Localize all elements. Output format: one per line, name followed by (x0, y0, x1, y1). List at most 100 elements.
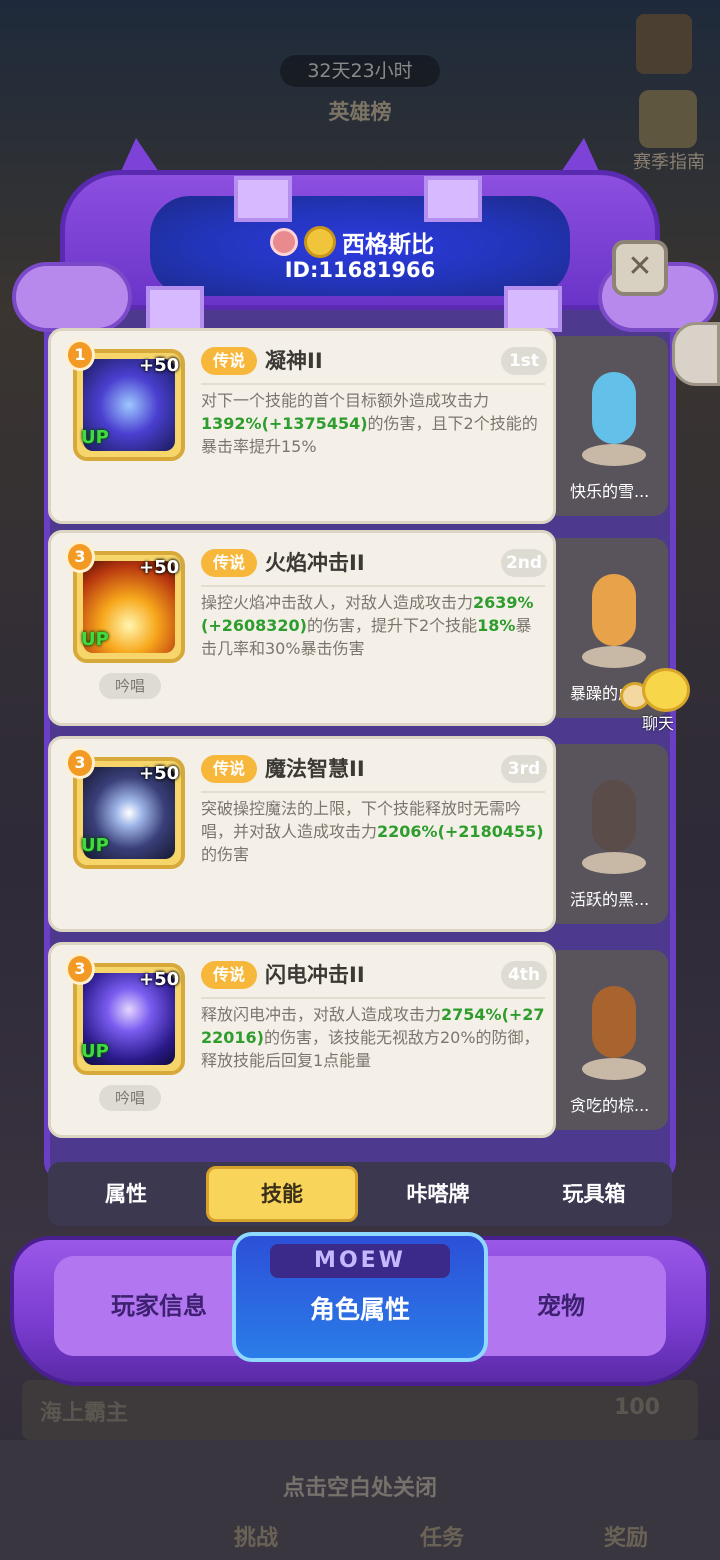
tab-kada-cards[interactable]: 咔嗒牌 (362, 1166, 514, 1222)
season-guide-button[interactable]: 赛季指南 (624, 90, 714, 180)
skill-name: 闪电冲击II (265, 963, 365, 987)
divider (201, 383, 545, 385)
chat-button[interactable]: 聊天 (620, 668, 690, 738)
skill-description: 对下一个技能的首个目标额外造成攻击力 1392%(+1375454)的伤害，且下2… (201, 389, 547, 458)
desc-text: 的伤害 (201, 845, 250, 864)
bottom-tab-challenge[interactable]: 挑战 (216, 1520, 296, 1552)
guide-icon (639, 90, 697, 148)
skill-row[interactable]: 3 +50 UP 传说 魔法智慧II 3rd 突破操控魔法的上限，下个技能释放时… (48, 736, 670, 932)
skill-description: 突破操控魔法的上限，下个技能释放时无需吟唱，并对敌人造成攻击力2206%(+21… (201, 797, 547, 866)
skill-row[interactable]: 3 +50 UP 吟唱 传说 闪电冲击II 4th 释放闪电冲击，对敌人造成攻击… (48, 942, 670, 1138)
skill-plus-badge: +50 (139, 763, 180, 784)
side-drawer-button[interactable] (672, 322, 720, 386)
skill-plus-badge: +50 (139, 355, 180, 376)
skill-plus-badge: +50 (139, 969, 180, 990)
desc-highlight: 2206%(+2180455) (377, 822, 544, 841)
skill-rank: 2nd (501, 549, 547, 577)
chat-face-icon (642, 668, 690, 712)
pet-body (592, 372, 636, 444)
cat-paw-left (12, 262, 132, 332)
pet-figure (582, 774, 646, 874)
skill-name: 火焰冲击II (265, 551, 365, 575)
chant-badge: 吟唱 (99, 673, 161, 699)
character-attributes-label: 角色属性 (309, 1295, 410, 1324)
tab-toy-box[interactable]: 玩具箱 (518, 1166, 670, 1222)
player-id: ID:11681966 (284, 258, 436, 282)
divider (201, 585, 545, 587)
player-name-row: 西格斯比 (270, 222, 510, 262)
season-timer: 32天23小时 (280, 55, 440, 87)
player-avatar (304, 226, 336, 258)
pet-figure (582, 980, 646, 1080)
pet-body (592, 986, 636, 1058)
divider (201, 997, 545, 999)
skill-up-badge: UP (81, 427, 109, 448)
pet-body (592, 780, 636, 852)
close-hint[interactable]: 点击空白处关闭 (0, 1470, 720, 1502)
bottom-nav: 玩家信息 宠物 MOEW 角色属性 (0, 1218, 720, 1408)
book-icon[interactable] (636, 14, 692, 74)
skill-description: 操控火焰冲击敌人，对敌人造成攻击力2639%(+2608320)的伤害，提升下2… (201, 591, 547, 660)
divider (201, 791, 545, 793)
skill-rank: 3rd (501, 755, 547, 783)
pet-figure (582, 366, 646, 466)
bottom-tab-rewards[interactable]: 奖励 (586, 1520, 666, 1552)
desc-highlight: 1392%(+1375454) (201, 414, 368, 433)
rarity-badge: 传说 (201, 549, 257, 577)
skill-plus-badge: +50 (139, 557, 180, 578)
pet-card[interactable]: 贪吃的棕... (556, 950, 668, 1130)
pet-name: 快乐的雪... (570, 482, 650, 501)
profile-tabs: 属性 技能 咔嗒牌 玩具箱 (48, 1162, 672, 1226)
tab-skills[interactable]: 技能 (205, 1166, 359, 1222)
tab-attributes[interactable]: 属性 (50, 1166, 202, 1222)
skill-name: 凝神II (265, 349, 323, 373)
skill-card[interactable]: 1 +50 UP 传说 凝神II 1st 对下一个技能的首个目标额外造成攻击力 1… (48, 328, 556, 524)
pixel-decoration (234, 176, 292, 222)
pet-name: 活跃的黑... (570, 890, 650, 909)
pet-name: 贪吃的棕... (570, 1096, 650, 1115)
pet-figure (582, 568, 646, 668)
skill-level-badge: 1 (65, 339, 95, 371)
pet-body (592, 574, 636, 646)
chant-badge: 吟唱 (99, 1085, 161, 1111)
skill-up-badge: UP (81, 1041, 109, 1062)
chat-label: 聊天 (641, 714, 674, 733)
skill-level-badge: 3 (65, 541, 95, 573)
pet-pedestal (582, 444, 646, 466)
desc-text: 释放闪电冲击，对敌人造成攻击力 (201, 1005, 442, 1024)
desc-text: 对下一个技能的首个目标额外造成攻击力 (201, 391, 490, 410)
pet-card[interactable]: 快乐的雪... (556, 336, 668, 516)
desc-text: 操控火焰冲击敌人，对敌人造成攻击力 (201, 593, 474, 612)
close-button[interactable]: ✕ (612, 240, 668, 296)
pet-pedestal (582, 646, 646, 668)
guide-label: 赛季指南 (633, 152, 705, 173)
bottom-tab-tasks[interactable]: 任务 (402, 1520, 482, 1552)
skill-list[interactable]: 1 +50 UP 传说 凝神II 1st 对下一个技能的首个目标额外造成攻击力 1… (44, 326, 676, 1156)
rarity-badge: 传说 (201, 961, 257, 989)
skill-level-badge: 3 (65, 953, 95, 985)
skill-card[interactable]: 3 +50 UP 吟唱 传说 火焰冲击II 2nd 操控火焰冲击敌人，对敌人造成… (48, 530, 556, 726)
skill-rank: 1st (501, 347, 547, 375)
skill-row[interactable]: 3 +50 UP 吟唱 传说 火焰冲击II 2nd 操控火焰冲击敌人，对敌人造成… (48, 530, 670, 726)
skill-up-badge: UP (81, 835, 109, 856)
skill-card[interactable]: 3 +50 UP 吟唱 传说 闪电冲击II 4th 释放闪电冲击，对敌人造成攻击… (48, 942, 556, 1138)
skill-description: 释放闪电冲击，对敌人造成攻击力2754%(+2722016)的伤害，该技能无视敌… (201, 1003, 547, 1072)
meow-logo: MOEW (270, 1244, 450, 1278)
skill-name: 魔法智慧II (265, 757, 365, 781)
pet-pedestal (582, 1058, 646, 1080)
pet-card[interactable]: 活跃的黑... (556, 744, 668, 924)
skill-level-badge: 3 (65, 747, 95, 779)
rarity-badge: 传说 (201, 755, 257, 783)
rank-title: 英雄榜 (328, 100, 392, 124)
skill-rank: 4th (501, 961, 547, 989)
key-icon (270, 228, 298, 256)
skill-row[interactable]: 1 +50 UP 传说 凝神II 1st 对下一个技能的首个目标额外造成攻击力 1… (48, 328, 670, 524)
desc-highlight: 18% (477, 616, 516, 635)
pet-pedestal (582, 852, 646, 874)
skill-up-badge: UP (81, 629, 109, 650)
desc-text: 的伤害，提升下2个技能 (306, 616, 478, 635)
skill-card[interactable]: 3 +50 UP 传说 魔法智慧II 3rd 突破操控魔法的上限，下个技能释放时… (48, 736, 556, 932)
player-name: 西格斯比 (342, 232, 434, 258)
pixel-decoration (424, 176, 482, 222)
rarity-badge: 传说 (201, 347, 257, 375)
